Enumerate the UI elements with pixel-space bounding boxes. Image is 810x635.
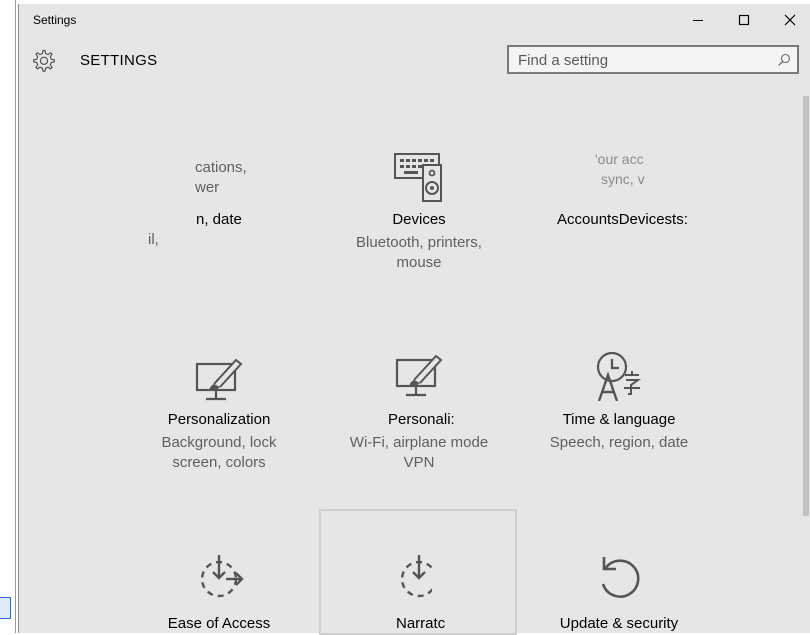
tile-devices-name: Devices xyxy=(392,211,446,228)
monitor-brush-icon xyxy=(195,358,243,401)
refresh-icon xyxy=(601,557,640,598)
scrollbar-thumb[interactable] xyxy=(803,96,809,516)
tile-personalization-name: Personalization xyxy=(167,411,271,428)
titlebar: Settings xyxy=(19,4,810,36)
gear-icon xyxy=(33,49,55,72)
ease-of-access-icon xyxy=(200,555,244,598)
tile-narrator-name: Narratc xyxy=(396,615,446,632)
tile-time-language-name: Time & language xyxy=(562,411,676,428)
tile-ease-of-access-name: Ease of Access xyxy=(167,615,271,632)
ease-of-access-icon xyxy=(400,555,444,601)
system-desc-fragment-1: cations, xyxy=(195,159,247,176)
system-desc-fragment-3: il, xyxy=(148,231,159,248)
maximize-button[interactable] xyxy=(721,4,767,36)
tile-network-desc-2: VPN xyxy=(403,454,435,471)
window-title: Settings xyxy=(33,13,77,27)
accounts-name-fragment[interactable]: AccountsDevicests: xyxy=(557,211,688,228)
search-icon[interactable] xyxy=(777,53,791,67)
settings-header: SETTINGS xyxy=(19,42,810,82)
system-desc-fragment-2: wer xyxy=(195,179,220,196)
tile-personalization-desc-2: screen, colors xyxy=(172,454,266,471)
tile-update-security-name: Update & security xyxy=(559,615,679,632)
edge-line xyxy=(15,0,16,633)
search-box[interactable] xyxy=(507,45,799,74)
minimize-icon xyxy=(693,20,703,21)
tile-time-language-desc: Speech, region, date xyxy=(549,434,689,451)
settings-window: Settings SETTINGS cations, wer n, date i… xyxy=(18,4,810,635)
minimize-button[interactable] xyxy=(675,4,721,36)
background-window-edge xyxy=(0,0,18,633)
clock-language-icon xyxy=(596,351,642,401)
system-name-fragment[interactable]: n, date xyxy=(196,211,242,228)
tile-devices-desc-2: mouse xyxy=(396,254,442,271)
tile-personalization-desc-1: Background, lock xyxy=(161,434,277,451)
close-button[interactable] xyxy=(767,4,810,36)
keyboard-speaker-icon xyxy=(394,153,442,202)
close-icon xyxy=(784,14,796,26)
search-input[interactable] xyxy=(518,50,768,70)
monitor-brush-icon xyxy=(395,354,443,397)
tile-devices-desc-1: Bluetooth, printers, xyxy=(356,234,482,251)
tile-network-desc-1: Wi-Fi, airplane mode xyxy=(349,434,489,451)
taskbar-document-icon[interactable] xyxy=(0,597,11,619)
accounts-desc-fragment-2: sync, v xyxy=(601,171,645,187)
maximize-icon xyxy=(738,14,750,26)
accounts-desc-fragment-1: 'our acc xyxy=(595,151,644,167)
tile-network-name: Personali: xyxy=(388,411,455,428)
page-title: SETTINGS xyxy=(80,52,158,69)
